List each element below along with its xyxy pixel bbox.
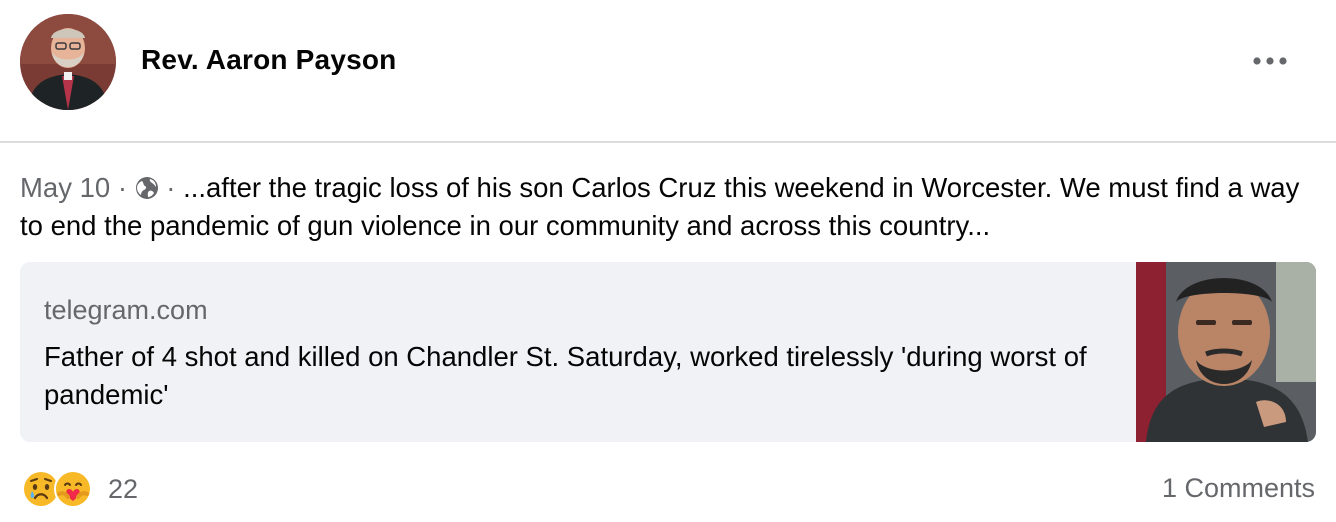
post-date[interactable]: May 10 [20,172,110,203]
more-options-icon[interactable] [1250,46,1290,76]
link-title[interactable]: Father of 4 shot and killed on Chandler … [44,338,1124,414]
reaction-count: 22 [108,473,139,504]
globe-icon [135,172,159,199]
care-emoji-icon [54,470,92,508]
post-text: ...after the tragic loss of his son Carl… [20,172,1300,241]
post-header: Rev. Aaron Payson [0,0,1336,143]
link-domain: telegram.com [44,295,208,325]
author-name[interactable]: Rev. Aaron Payson [141,44,396,76]
link-thumbnail [1136,262,1316,442]
author-avatar[interactable] [20,14,116,110]
post-body: May 10 · · ...after the tragic loss of h… [20,169,1316,245]
post-footer: 22 1 Comments [0,462,1336,518]
comments-count-link[interactable]: 1 Comments [1162,473,1315,504]
link-preview-card[interactable]: telegram.com Father of 4 shot and killed… [20,262,1316,442]
meta-separator: · [166,172,176,203]
reactions-summary[interactable]: 22 [22,469,138,509]
meta-separator: · [117,172,127,203]
